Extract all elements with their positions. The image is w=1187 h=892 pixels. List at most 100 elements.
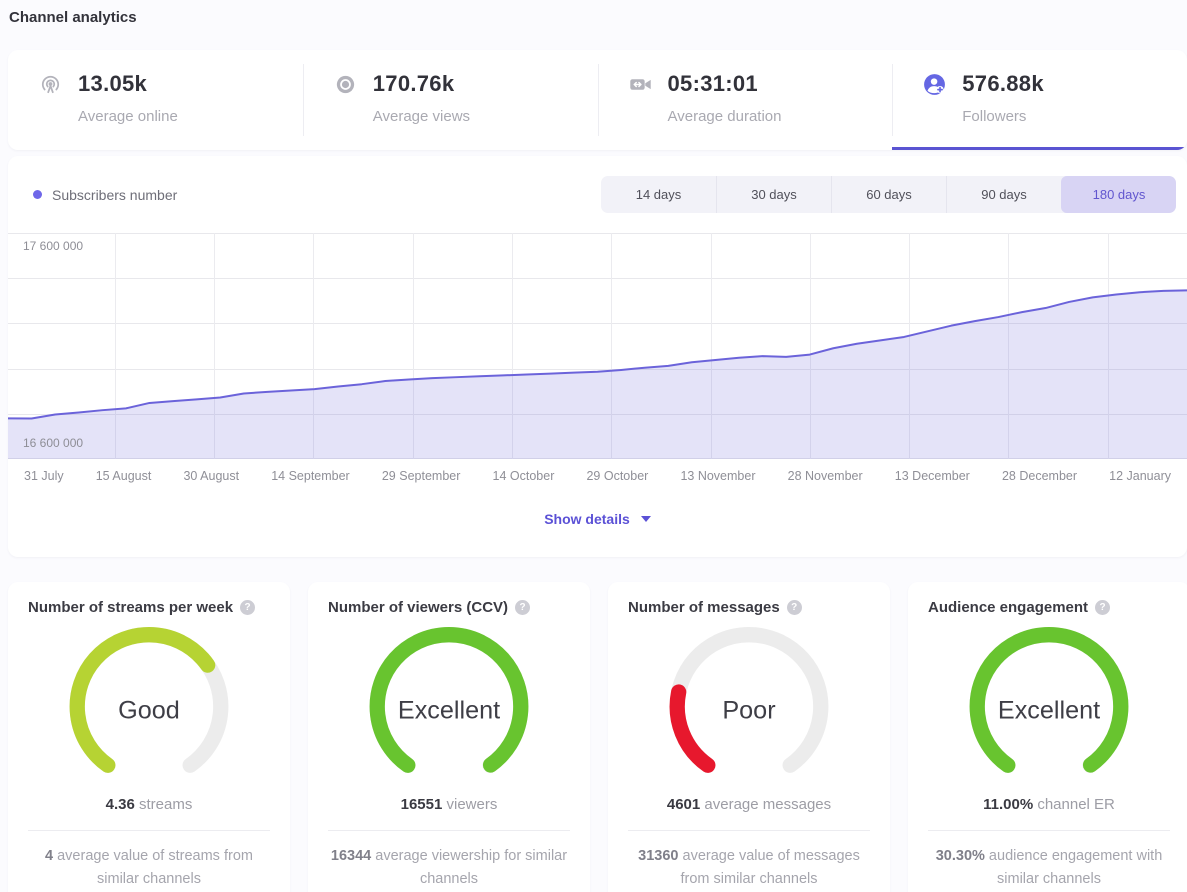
score-card-title: Audience engagement — [928, 599, 1088, 616]
stat-top: 170.76k — [333, 71, 598, 97]
x-axis-label: 28 November — [788, 469, 863, 483]
gauge: Excellent — [928, 624, 1170, 792]
score-card-header: Audience engagement ? — [928, 599, 1170, 616]
show-details-label: Show details — [544, 511, 630, 527]
score-value-line: 4.36 streams — [28, 796, 270, 813]
stat-tab-average-online[interactable]: 13.05k Average online — [8, 50, 303, 150]
stat-tab-average-duration[interactable]: 05:31:01 Average duration — [598, 50, 893, 150]
stat-tab-followers[interactable]: 576.88k Followers — [892, 50, 1187, 150]
score-value-unit: average messages — [700, 796, 831, 813]
x-axis-label: 30 August — [183, 469, 239, 483]
chart-header: Subscribers number 14 days30 days60 days… — [8, 176, 1187, 213]
benchmark-number: 16344 — [331, 848, 371, 864]
help-icon[interactable]: ? — [515, 600, 530, 615]
chart-canvas — [8, 233, 1187, 459]
show-details-button[interactable]: Show details — [8, 511, 1187, 527]
followers-chart-card: Subscribers number 14 days30 days60 days… — [8, 156, 1187, 557]
gauge: Good — [28, 624, 270, 792]
stat-tab-average-views[interactable]: 170.76k Average views — [303, 50, 598, 150]
active-tab-underline — [892, 147, 1187, 150]
stat-top: 576.88k — [922, 71, 1187, 97]
gauge-rating-text: Excellent — [998, 697, 1100, 725]
gauge-rating-text: Good — [118, 697, 180, 725]
score-value-unit: channel ER — [1033, 796, 1115, 813]
score-benchmark-text: 30.30% audience engagement with similar … — [928, 845, 1170, 891]
score-benchmark-text: 31360 average value of messages from sim… — [628, 845, 870, 891]
chevron-down-icon — [641, 516, 651, 522]
x-axis-label: 29 September — [382, 469, 461, 483]
stat-top: 05:31:01 — [628, 71, 893, 97]
page-header: Channel analytics — [0, 0, 1187, 36]
benchmark-rest: average viewership for similar channels — [371, 848, 567, 887]
stat-label: Average duration — [668, 108, 893, 125]
score-value-line: 4601 average messages — [628, 796, 870, 813]
range-button-90-days[interactable]: 90 days — [946, 176, 1061, 213]
subscribers-area-chart[interactable]: 17 600 000 16 600 000 — [8, 233, 1187, 459]
score-value-line: 11.00% channel ER — [928, 796, 1170, 813]
x-axis-label: 12 January — [1109, 469, 1171, 483]
date-range-selector: 14 days30 days60 days90 days180 days — [601, 176, 1176, 213]
help-icon[interactable]: ? — [787, 600, 802, 615]
score-card-title: Number of viewers (CCV) — [328, 599, 508, 616]
stat-value: 170.76k — [373, 71, 455, 97]
score-value-line: 16551 viewers — [328, 796, 570, 813]
benchmark-number: 31360 — [638, 848, 678, 864]
score-card-audience-engagement: Audience engagement ? Excellent 11.00% c… — [908, 582, 1187, 892]
score-value-number: 16551 — [401, 796, 443, 813]
range-button-180-days[interactable]: 180 days — [1061, 176, 1176, 213]
chart-area-fill — [8, 290, 1187, 459]
x-axis-labels: 31 July 15 August 30 August 14 September 29 … — [8, 469, 1187, 483]
stat-label: Average views — [373, 108, 598, 125]
score-cards-row: Number of streams per week ? Good 4.36 s… — [8, 582, 1187, 892]
x-axis-label: 29 October — [586, 469, 648, 483]
y-axis-tick-bottom: 16 600 000 — [23, 436, 83, 450]
stat-top: 13.05k — [38, 71, 303, 97]
score-value-number: 4.36 — [106, 796, 135, 813]
legend-label: Subscribers number — [52, 187, 177, 203]
score-card-number-of-messages: Number of messages ? Poor 4601 average m… — [608, 582, 890, 892]
x-axis-label: 15 August — [96, 469, 152, 483]
score-card-title: Number of streams per week — [28, 599, 233, 616]
help-icon[interactable]: ? — [1095, 600, 1110, 615]
gauge-rating-text: Poor — [722, 697, 775, 725]
stat-value: 13.05k — [78, 71, 147, 97]
score-card-header: Number of messages ? — [628, 599, 870, 616]
stat-label: Average online — [78, 108, 303, 125]
legend-dot-icon — [33, 190, 42, 199]
help-icon[interactable]: ? — [240, 600, 255, 615]
score-benchmark-text: 4 average value of streams from similar … — [28, 845, 270, 891]
gauge-rating-text: Excellent — [398, 697, 500, 725]
range-button-14-days[interactable]: 14 days — [601, 176, 716, 213]
score-value-unit: streams — [135, 796, 193, 813]
stats-tab-bar: 13.05k Average online 170.76k Average vi… — [8, 50, 1187, 150]
score-value-number: 4601 — [667, 796, 700, 813]
gauge: Excellent — [328, 624, 570, 792]
range-button-60-days[interactable]: 60 days — [831, 176, 946, 213]
views-icon — [333, 72, 358, 97]
page-title: Channel analytics — [9, 9, 1187, 26]
range-button-30-days[interactable]: 30 days — [716, 176, 831, 213]
benchmark-rest: average value of messages from similar c… — [678, 848, 859, 887]
legend-subscribers-number[interactable]: Subscribers number — [33, 187, 177, 203]
score-benchmark-text: 16344 average viewership for similar cha… — [328, 845, 570, 891]
gauge-canvas: Poor — [656, 624, 842, 792]
x-axis-label: 14 October — [493, 469, 555, 483]
benchmark-number: 4 — [45, 848, 53, 864]
score-card-header: Number of viewers (CCV) ? — [328, 599, 570, 616]
y-axis-tick-top: 17 600 000 — [23, 239, 83, 253]
gauge-canvas: Good — [56, 624, 242, 792]
gauge-canvas: Excellent — [956, 624, 1142, 792]
gauge: Poor — [628, 624, 870, 792]
stat-value: 576.88k — [962, 71, 1044, 97]
followers-icon — [922, 72, 947, 97]
score-value-unit: viewers — [442, 796, 497, 813]
x-axis-label: 31 July — [24, 469, 64, 483]
stat-label: Followers — [962, 108, 1187, 125]
benchmark-rest: audience engagement with similar channel… — [985, 848, 1162, 887]
score-card-title: Number of messages — [628, 599, 780, 616]
x-axis-label: 13 November — [680, 469, 755, 483]
x-axis-label: 13 December — [895, 469, 970, 483]
score-value-number: 11.00% — [983, 796, 1033, 813]
score-card-number-of-streams-per-week: Number of streams per week ? Good 4.36 s… — [8, 582, 290, 892]
x-axis-label: 14 September — [271, 469, 350, 483]
